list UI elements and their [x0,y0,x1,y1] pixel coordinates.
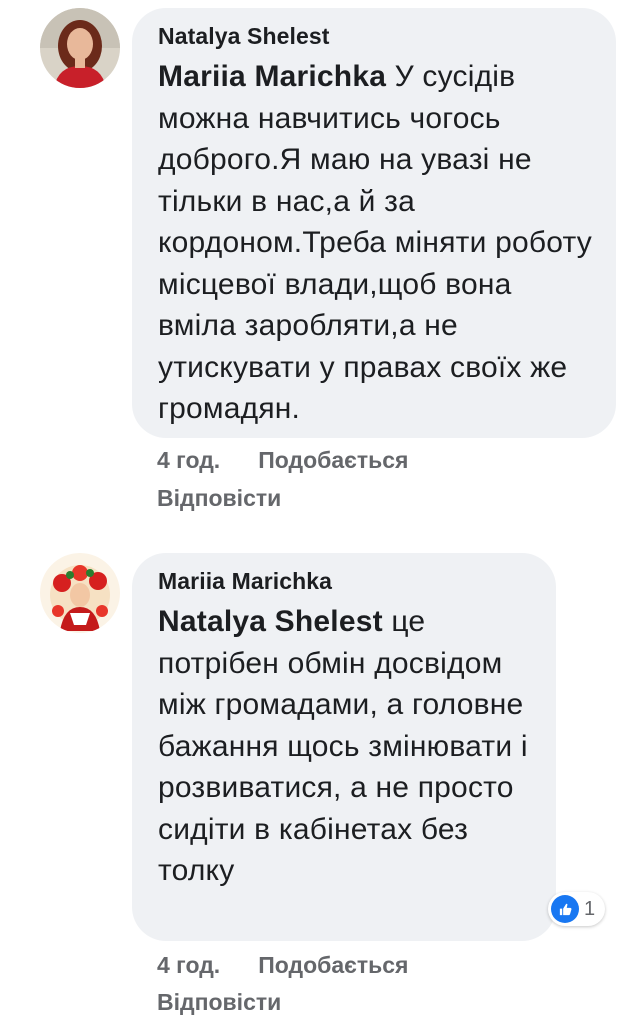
like-button[interactable]: Подобається [258,952,408,978]
comments-thread: Natalya Shelest Mariia Marichka У сусіді… [0,0,640,1025]
mention-link[interactable]: Mariia Marichka [158,60,386,93]
avatar[interactable] [40,553,120,633]
comment-bubble: Mariia Marichka Natalya Shelest це потрі… [132,553,556,941]
comment-text: Mariia Marichka У сусідів можна навчитис… [158,56,592,430]
comment-body: У сусідів можна навчитись чогось доброго… [158,60,592,425]
comment-actions: 4 год. Подобається [157,946,408,984]
comment-bubble: Natalya Shelest Mariia Marichka У сусіді… [132,8,616,438]
comment-body: це потрібен обмін досвідом між громадами… [158,605,528,887]
comment-actions: 4 год. Подобається [157,441,408,479]
reply-button[interactable]: Відповісти [157,983,281,1021]
like-icon [551,895,579,923]
comment-author[interactable]: Natalya Shelest [158,22,592,50]
comment-timestamp[interactable]: 4 год. [157,447,220,473]
avatar[interactable] [40,8,120,88]
reply-button[interactable]: Відповісти [157,479,281,517]
user-avatar-photo-icon [40,8,120,88]
reaction-count: 1 [584,897,596,920]
user-avatar-illustration-icon [40,553,120,633]
comment-text: Natalya Shelest це потрібен обмін досвід… [158,601,532,892]
comment-timestamp[interactable]: 4 год. [157,952,220,978]
reaction-badge[interactable]: 1 [548,892,606,926]
comment-author[interactable]: Mariia Marichka [158,567,532,595]
like-button[interactable]: Подобається [258,447,408,473]
mention-link[interactable]: Natalya Shelest [158,605,383,638]
